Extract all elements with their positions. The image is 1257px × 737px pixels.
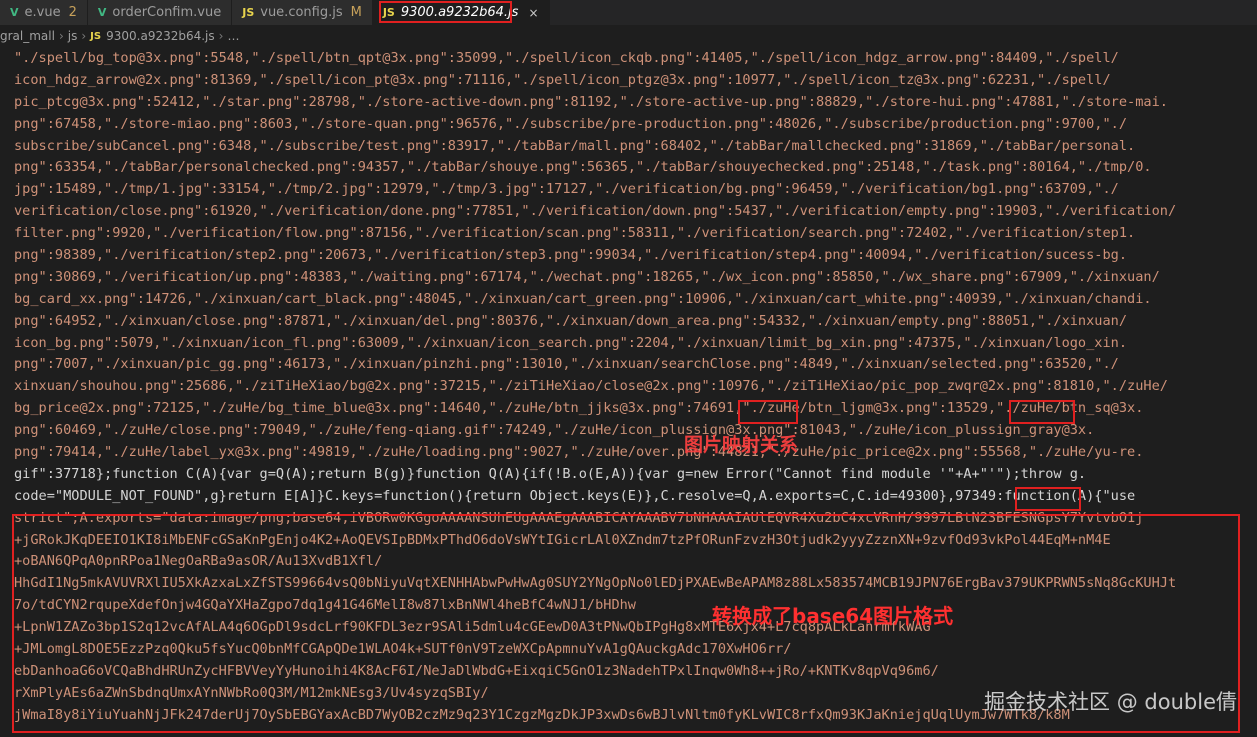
code-line: HhGdI1Ng5mkAVUVRXlIU5XkAzxaLxZfSTS99664v… <box>14 575 1177 592</box>
code-line: bg_price@2x.png":72125,"./zuHe/bg_time_b… <box>14 400 1144 417</box>
mapping-annotation: 图片映射关系 <box>684 434 799 456</box>
code-line: +oBAN6QPqA0pnRPoa1NegOaRBa9asOR/Au13XvdB… <box>14 553 383 570</box>
code-line: +jGRokJKqDEEIO1KI8iMbENFcGSaKnPgEnjo4K2+… <box>14 531 1111 548</box>
code-line: ebDanhoaG6oVCQaBhdHRUnZycHFBVVeyYyHunoih… <box>14 662 939 679</box>
breadcrumb-file[interactable]: 9300.a9232b64.js <box>106 29 215 43</box>
code-line: png":64952,"./xinxuan/close.png":87871,"… <box>14 312 1128 329</box>
tab-e-vue[interactable]: V e.vue 2 <box>0 0 88 25</box>
watermark: 掘金技术社区 @ double倩 <box>984 690 1237 714</box>
close-tab-icon[interactable]: × <box>528 6 538 20</box>
code-line: subscribe/subCancel.png":6348,"./subscri… <box>14 137 1136 154</box>
tab-orderconfim-vue[interactable]: V orderConfim.vue <box>87 0 233 25</box>
js-file-icon: JS <box>242 6 255 19</box>
tab-label: orderConfim.vue <box>112 5 222 20</box>
code-line: png":60469,"./zuHe/close.png":79049,"./z… <box>14 422 1095 439</box>
code-line: png":63354,"./tabBar/personalchecked.png… <box>14 159 1152 176</box>
vue-file-icon: V <box>10 6 19 19</box>
code-line: code="MODULE_NOT_FOUND",g}return E[A]}C.… <box>14 487 1136 504</box>
breadcrumb-folder-mall[interactable]: gral_mall <box>0 29 55 43</box>
code-line: png":67458,"./store-miao.png":8603,"./st… <box>14 115 1128 132</box>
code-line: verification/close.png":61920,"./verific… <box>14 203 1177 220</box>
chevron-right-icon: › <box>218 29 224 43</box>
breadcrumb-folder-js[interactable]: js <box>68 29 78 43</box>
chevron-right-icon: › <box>58 29 64 43</box>
tab-label: vue.config.js <box>260 5 343 20</box>
code-line: "./spell/bg_top@3x.png":5548,"./spell/bt… <box>14 50 1119 66</box>
vue-file-icon: V <box>97 6 107 19</box>
code-line: jpg":15489,"./tmp/1.jpg":33154,"./tmp/2.… <box>14 181 1119 198</box>
code-line: png":98389,"./verification/step2.png":20… <box>14 247 1128 264</box>
problem-count-badge: 2 <box>68 5 77 20</box>
js-file-icon: JS <box>90 30 102 42</box>
tab-bar-empty-space <box>549 0 1257 25</box>
code-line: pic_ptcg@3x.png":52412,"./star.png":2879… <box>14 93 1168 110</box>
code-line: icon_bg.png":5079,"./xinxuan/icon_fl.png… <box>14 334 1128 351</box>
modified-badge: M <box>350 5 362 20</box>
code-line: bg_card_xx.png":14726,"./xinxuan/cart_bl… <box>14 290 1152 307</box>
editor-tab-bar: V e.vue 2 V orderConfim.vue JS vue.confi… <box>0 0 1257 25</box>
code-editor[interactable]: "./spell/bg_top@3x.png":5548,"./spell/bt… <box>14 48 1257 737</box>
code-line: png":79414,"./zuHe/label_yx@3x.png":4981… <box>14 444 1144 461</box>
code-line: strict";A.exports="data:image/png;base64… <box>14 509 1144 526</box>
js-file-icon: JS <box>382 6 395 19</box>
base64-annotation: 转换成了base64图片格式 <box>712 604 954 628</box>
code-line: xinxuan/shouhou.png":25686,"./ziTiHeXiao… <box>14 378 1168 395</box>
tab-label: 9300.a9232b64.js <box>400 5 519 20</box>
code-line: icon_hdgz_arrow@2x.png":81369,"./spell/i… <box>14 71 1111 88</box>
tab-label: e.vue <box>24 5 61 20</box>
code-line: 7o/tdCYN2rqupeXdefOnjw4GQaYXHaZgpo7dq1g4… <box>14 597 636 614</box>
chevron-right-icon: › <box>81 29 87 43</box>
tab-9300-js[interactable]: JS 9300.a9232b64.js × <box>372 0 550 25</box>
code-line: png":30869,"./verification/up.png":48383… <box>14 268 1160 285</box>
code-line: gif":37718};function C(A){var g=Q(A);ret… <box>14 465 1087 482</box>
code-line: filter.png":9920,"./verification/flow.pn… <box>14 225 1136 242</box>
breadcrumb: gral_mall › js › JS 9300.a9232b64.js › … <box>0 25 1257 47</box>
code-line: +JMLomgL8DOE5EzzPzq0Qku5fsYucQ0bnMfCGApQ… <box>14 641 792 658</box>
tab-vue-config-js[interactable]: JS vue.config.js M <box>232 0 373 25</box>
code-line: png":7007,"./xinxuan/pic_gg.png":46173,"… <box>14 356 1119 373</box>
breadcrumb-symbol[interactable]: … <box>227 29 239 43</box>
code-line: +LpnW1ZAZo3bp1S2q12vcAfALA4q6OGpDl9sdcLr… <box>14 619 931 636</box>
